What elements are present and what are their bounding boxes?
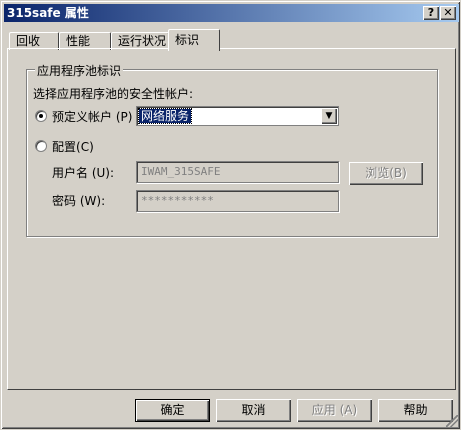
properties-dialog: 315safe 属性 ? ✕ 回收 性能 运行状况 标识 应用程序池标识 选择应… [0,0,461,430]
configurable-radio[interactable] [35,140,47,152]
tab-label: 性能 [66,34,91,48]
username-shortcut: (U): [91,166,115,180]
apply-button[interactable]: 应用 (A) [297,399,372,422]
username-field[interactable]: IWAM_315SAFE [136,161,339,183]
browse-text: 浏览 [365,166,390,180]
configurable-text: 配置 [52,140,77,154]
apply-text: 应用 [311,403,336,417]
browse-button[interactable]: 浏览(B) [349,162,423,185]
predefined-text: 预定义帐户 [52,110,113,124]
password-field[interactable]: *********** [136,190,339,212]
password-text: 密码 [52,194,77,208]
cancel-button[interactable]: 取消 [216,399,291,422]
account-prompt: 选择应用程序池的安全性帐户: [33,87,194,101]
selected-account: 网络服务 [137,108,193,124]
predefined-account-select[interactable]: 网络服务 ▼ [136,106,339,126]
help-button[interactable]: 帮助 [378,399,453,422]
configurable-shortcut: (C) [76,140,94,154]
tab-label: 标识 [175,33,200,47]
tab-label: 运行状况 [118,34,167,48]
password-shortcut: (W): [79,194,106,208]
predefined-radio[interactable] [35,110,47,122]
predefined-shortcut: (P) [115,110,133,124]
chevron-down-icon[interactable]: ▼ [321,108,337,124]
apply-shortcut: (A) [339,403,358,417]
ok-button[interactable]: 确定 [135,399,210,422]
predefined-label[interactable]: 预定义帐户 (P) [52,108,132,125]
group-title: 应用程序池标识 [35,62,124,79]
password-label: 密码 (W): [52,192,105,209]
configurable-label[interactable]: 配置(C) [52,138,94,155]
username-text: 用户名 [52,166,89,180]
tab-label: 回收 [16,34,41,48]
window-title: 315safe 属性 [7,6,89,20]
help-icon[interactable]: ? [423,6,439,20]
username-label: 用户名 (U): [52,164,114,181]
browse-shortcut: (B) [389,166,407,180]
title-bar[interactable]: 315safe 属性 ? ✕ [4,4,459,22]
tab-identity[interactable]: 标识 [168,29,220,51]
close-icon[interactable]: ✕ [440,6,456,20]
resize-grip-icon[interactable] [446,415,458,427]
